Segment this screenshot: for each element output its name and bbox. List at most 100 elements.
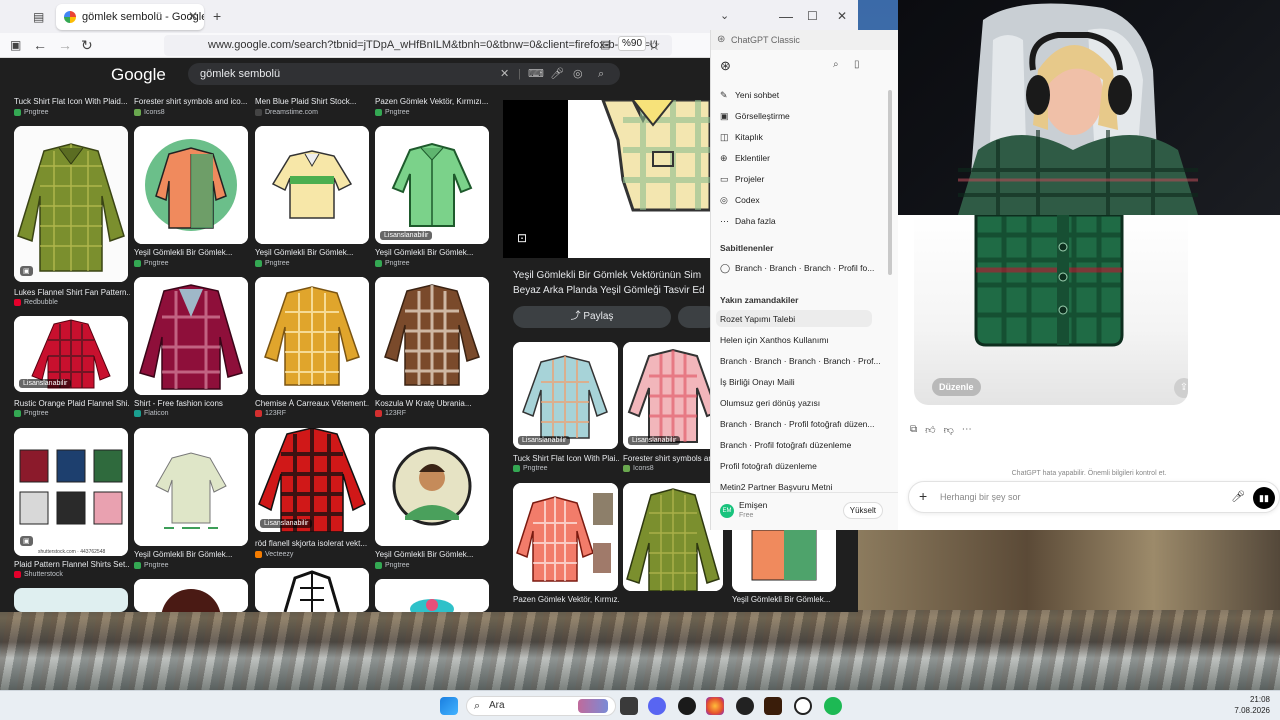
result-image-orange-shirt[interactable] bbox=[134, 126, 248, 244]
google-logo[interactable]: Google bbox=[111, 65, 166, 85]
lens-icon[interactable]: ◎ bbox=[573, 63, 583, 85]
share-button[interactable]: ⤴ Paylaş bbox=[513, 306, 671, 328]
upgrade-button[interactable]: Yükselt bbox=[842, 502, 883, 519]
result-image-flannel-green[interactable]: ▣ bbox=[14, 126, 128, 282]
voice-mode-icon[interactable]: ▮▮ bbox=[1253, 487, 1275, 509]
minimize-icon[interactable]: — bbox=[779, 8, 793, 24]
result-image-plaid-set[interactable]: shutterstock.com · 443762548 ▣ bbox=[14, 428, 128, 556]
recent-chat[interactable]: Rozet Yapımı Talebi bbox=[720, 314, 880, 324]
game-icon[interactable] bbox=[764, 697, 782, 715]
reader-view-icon[interactable]: ▤ bbox=[600, 37, 610, 53]
recent-chat[interactable]: Branch · Branch · Profil fotoğrafı düzen… bbox=[720, 419, 880, 429]
openai-logo-icon[interactable]: ⊛ bbox=[720, 58, 731, 74]
result-image-brown-shirt[interactable] bbox=[375, 277, 489, 395]
spotify-icon[interactable] bbox=[824, 697, 842, 715]
result-image-checked-shirt[interactable] bbox=[255, 277, 369, 395]
result-title[interactable]: Shirt - Free fashion icons bbox=[134, 399, 248, 408]
pinned-chat[interactable]: ◯ Branch · Branch · Branch · Profil fo... bbox=[720, 263, 880, 274]
menu-new-chat[interactable]: ✎ Yeni sohbet bbox=[720, 90, 880, 101]
keyboard-icon[interactable]: ⌨ bbox=[528, 63, 544, 85]
obs-icon[interactable] bbox=[736, 697, 754, 715]
maximize-icon[interactable]: ☐ bbox=[807, 8, 818, 24]
menu-library[interactable]: ◫ Kitaplık bbox=[720, 132, 880, 143]
bookmark-star-icon[interactable]: ☆ bbox=[648, 37, 661, 53]
tab-google-search[interactable]: gömlek sembolü - Google'da A ✕ bbox=[56, 4, 204, 30]
related-image[interactable]: Lisanslanabilir bbox=[513, 342, 618, 449]
result-title[interactable]: Rustic Orange Plaid Flannel Shi... bbox=[14, 399, 130, 408]
related-image[interactable] bbox=[623, 483, 723, 591]
result-title[interactable]: Tuck Shirt Flat Icon With Plaid... bbox=[14, 97, 128, 106]
result-title[interactable]: Lukes Flannel Shirt Fan Pattern... bbox=[14, 288, 130, 297]
mic-icon[interactable]: 🎤︎ bbox=[550, 63, 564, 85]
chat-composer[interactable]: + Herhangi bir şey sor 🎤︎ ▮▮ bbox=[908, 481, 1280, 513]
result-image-man-avatar[interactable] bbox=[375, 428, 489, 546]
chevron-down-icon[interactable]: ⌄ bbox=[720, 8, 729, 24]
search-input[interactable]: gömlek sembolü ✕ | ⌨ 🎤︎ ◎ ⌕ bbox=[188, 63, 620, 85]
result-title[interactable]: Yeşil Gömlekli Bir Gömlek... bbox=[255, 248, 369, 257]
search-icon[interactable]: ⌕ bbox=[598, 63, 604, 85]
sidebar-toggle-icon[interactable]: ▣ bbox=[10, 37, 21, 53]
result-image-partial[interactable] bbox=[375, 579, 489, 612]
result-title[interactable]: Yeşil Gömlekli Bir Gömlek... bbox=[375, 248, 489, 257]
task-view-icon[interactable] bbox=[620, 697, 638, 715]
recent-chat[interactable]: Metin2 Partner Başvuru Metni bbox=[720, 482, 880, 492]
related-image[interactable] bbox=[732, 530, 836, 592]
result-image-red-flannel[interactable]: Lisanslanabilir bbox=[14, 316, 128, 392]
firefox-icon[interactable] bbox=[706, 697, 724, 715]
back-icon[interactable]: ← bbox=[33, 37, 47, 53]
chatgpt-icon[interactable] bbox=[794, 697, 812, 715]
result-title[interactable]: Chemise À Carreaux Vêtement... bbox=[255, 399, 369, 408]
result-title[interactable]: Pazen Gömlek Vektör, Kırmızı... bbox=[375, 97, 489, 106]
result-title[interactable]: Yeşil Gömlekli Bir Gömlek... bbox=[134, 248, 248, 257]
github-icon[interactable] bbox=[678, 697, 696, 715]
thumbs-up-icon[interactable]: 👍︎ bbox=[925, 424, 935, 436]
related-image[interactable] bbox=[513, 483, 618, 591]
reload-icon[interactable]: ↻ bbox=[81, 37, 93, 53]
result-title[interactable]: Koszula W Kratę Ubrania... bbox=[375, 399, 489, 408]
result-image-maroon-shirt[interactable] bbox=[134, 277, 248, 395]
sidebar-scrollbar[interactable] bbox=[888, 90, 892, 275]
result-title[interactable]: röd flanell skjorta isolerat vekt... bbox=[255, 539, 369, 548]
result-image-partial[interactable] bbox=[255, 568, 369, 612]
url-bar[interactable]: www.google.com/search?tbnid=jTDpA_wHfBnI… bbox=[164, 35, 672, 56]
result-title[interactable]: Yeşil Gömlekli Bir Gömlek... bbox=[732, 595, 836, 604]
result-title[interactable]: Men Blue Plaid Shirt Stock... bbox=[255, 97, 369, 106]
recent-chat[interactable]: Branch · Profil fotoğrafı düzenleme bbox=[720, 440, 880, 450]
preview-image[interactable]: ⊡ bbox=[503, 100, 710, 258]
copy-icon[interactable]: ⧉ bbox=[910, 424, 917, 436]
related-image[interactable]: Lisanslanabilir bbox=[623, 342, 723, 449]
menu-projects[interactable]: ▭ Projeler bbox=[720, 174, 880, 185]
recent-chat[interactable]: Olumsuz geri dönüş yazısı bbox=[720, 398, 880, 408]
close-tab-icon[interactable]: ✕ bbox=[188, 9, 198, 23]
preview-title[interactable]: Yeşil Gömlekli Bir Gömlek Vektörünün Sim… bbox=[513, 268, 713, 298]
recent-chat[interactable]: Helen için Xanthos Kullanımı bbox=[720, 335, 880, 345]
more-icon[interactable]: ⋯ bbox=[962, 424, 972, 436]
result-title[interactable]: Tuck Shirt Flat Icon With Plai... bbox=[513, 454, 619, 463]
add-attachment-icon[interactable]: + bbox=[919, 488, 927, 504]
result-image-red-black-shirt[interactable]: Lisanslanabilir bbox=[255, 428, 369, 532]
menu-more[interactable]: ⋯ Daha fazla bbox=[720, 216, 880, 227]
result-image-beige-shirt[interactable] bbox=[134, 428, 248, 546]
edit-image-button[interactable]: Düzenle bbox=[932, 378, 981, 396]
menu-codex[interactable]: ◎ Codex bbox=[720, 195, 880, 206]
recent-chat[interactable]: İş Birliği Onayı Maili bbox=[720, 377, 880, 387]
result-title[interactable]: Plaid Pattern Flannel Shirts Set... bbox=[14, 560, 130, 569]
result-image-yellow-shirt[interactable] bbox=[255, 126, 369, 244]
search-highlight-icon[interactable] bbox=[578, 699, 608, 713]
result-title[interactable]: Yeşil Gömlekli Bir Gömlek... bbox=[134, 550, 248, 559]
sidebar-toggle-icon[interactable]: ▯ bbox=[854, 59, 860, 70]
close-window-icon[interactable]: ✕ bbox=[837, 8, 847, 24]
menu-images[interactable]: ▣ Görselleştirme bbox=[720, 111, 880, 122]
menu-plugins[interactable]: ⊕ Eklentiler bbox=[720, 153, 880, 164]
zoom-level[interactable]: %90 bbox=[618, 36, 647, 51]
result-title[interactable]: Forester shirt symbols and... bbox=[623, 454, 723, 463]
lens-icon[interactable]: ⊡ bbox=[517, 231, 527, 245]
result-image-green-shirt[interactable]: Lisanslanabilir bbox=[375, 126, 489, 244]
share-icon[interactable]: ⇪ bbox=[1174, 378, 1188, 398]
thumbs-down-icon[interactable]: 👎︎ bbox=[944, 424, 954, 436]
system-clock[interactable]: 21:08 7.08.2026 bbox=[1234, 694, 1270, 716]
user-profile[interactable]: EM Emişen Free Yükselt bbox=[711, 492, 899, 530]
result-title[interactable]: Pazen Gömlek Vektör, Kırmız... bbox=[513, 595, 619, 604]
result-title[interactable]: Forester shirt symbols and ico... bbox=[134, 97, 248, 106]
recent-chat[interactable]: Branch · Branch · Branch · Branch · Prof… bbox=[720, 356, 880, 366]
